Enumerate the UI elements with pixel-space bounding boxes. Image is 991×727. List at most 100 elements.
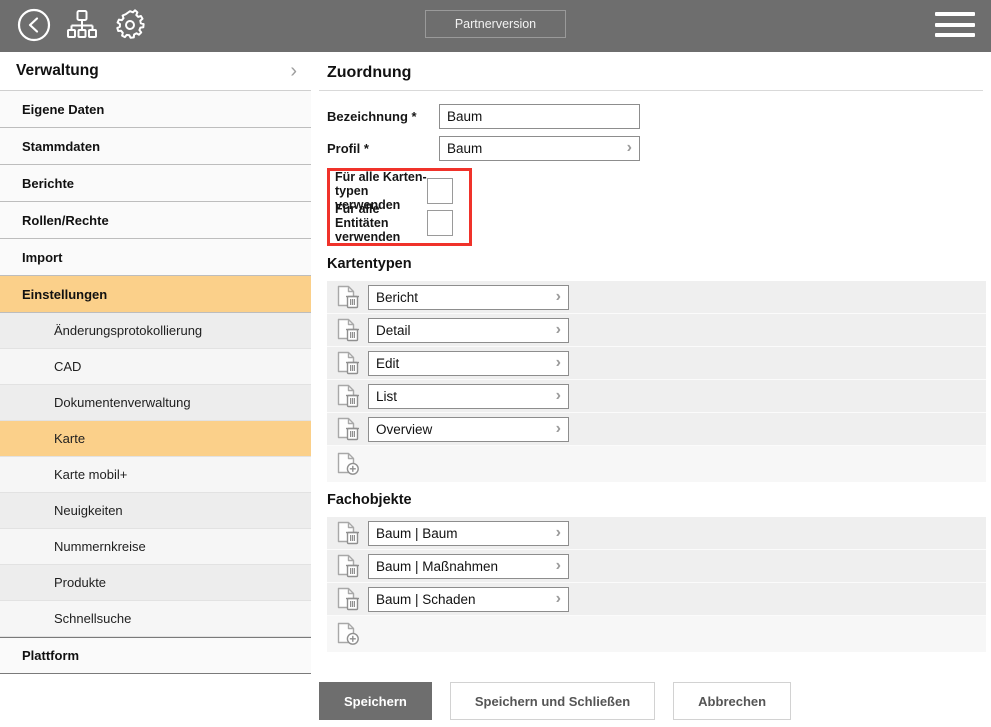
kartentyp-value: Detail [376,323,411,338]
sidebar-item-nummernkreise[interactable]: Nummernkreise [0,529,311,565]
sidebar-item-label: Nummernkreise [54,539,146,554]
sidebar-item-dokumentenverwaltung[interactable]: Dokumentenverwaltung [0,385,311,421]
label-line-1: Für alle Entitäten [335,202,388,230]
chevron-right-icon: › [556,322,561,338]
kartentyp-select[interactable]: Overview › [368,417,569,442]
profil-label: Profil * [327,141,439,156]
kartentypen-add-row [327,446,986,482]
hamburger-bar-3 [935,33,975,37]
sidebar-item-stammdaten[interactable]: Stammdaten [0,128,311,165]
save-and-close-button[interactable]: Speichern und Schließen [450,682,655,720]
fachobjekt-value: Baum | Baum [376,526,458,541]
table-row: Detail › [327,314,986,347]
sidebar-item-eigene-daten[interactable]: Eigene Daten [0,91,311,128]
table-row: Baum | Schaden › [327,583,986,616]
sidebar-item-einstellungen[interactable]: Einstellungen [0,276,311,313]
sidebar-item-schnellsuche[interactable]: Schnellsuche [0,601,311,637]
top-bar-icon-group [0,8,147,42]
sidebar-item-label: Plattform [22,648,79,663]
sidebar-item-label: Rollen/Rechte [22,213,109,228]
checkbox-row-alle-entitaeten: Für alle Entitäten verwenden [335,207,469,239]
fachobjekt-select[interactable]: Baum | Maßnahmen › [368,554,569,579]
sidebar-header[interactable]: Verwaltung › [0,52,311,91]
kartentyp-select[interactable]: Edit › [368,351,569,376]
top-bar: Partnerversion [0,0,991,49]
fachobjekte-add-row [327,616,986,652]
sidebar-item-karte[interactable]: Karte [0,421,311,457]
cancel-button[interactable]: Abbrechen [673,682,791,720]
chevron-right-icon: › [556,388,561,404]
document-add-icon[interactable] [327,621,368,647]
document-delete-icon[interactable] [327,416,368,442]
sidebar-item-karte-mobil-plus[interactable]: Karte mobil+ [0,457,311,493]
chevron-right-icon: › [556,591,561,607]
document-delete-icon[interactable] [327,520,368,546]
partnerversion-button[interactable]: Partnerversion [425,10,566,38]
kartentypen-section: Kartentypen Bericht › [319,256,991,482]
table-row: Edit › [327,347,986,380]
chevron-right-icon: › [556,421,561,437]
sidebar-item-label: Neuigkeiten [54,503,123,518]
sidebar-item-import[interactable]: Import [0,239,311,276]
sidebar-item-label: Schnellsuche [54,611,131,626]
page-title: Zuordnung [319,52,991,86]
main-content: Zuordnung Bezeichnung * Baum Profil * Ba… [311,49,991,727]
kartentyp-value: List [376,389,397,404]
hamburger-bar-1 [935,12,975,16]
sidebar-item-berichte[interactable]: Berichte [0,165,311,202]
document-delete-icon[interactable] [327,553,368,579]
document-delete-icon[interactable] [327,350,368,376]
table-row: Overview › [327,413,986,446]
page-shell: Verwaltung › Eigene Daten Stammdaten Ber… [0,49,991,727]
gear-icon[interactable] [113,8,147,42]
document-delete-icon[interactable] [327,317,368,343]
bezeichnung-input[interactable]: Baum [439,104,640,129]
alle-kartentypen-checkbox[interactable] [427,178,453,204]
save-button[interactable]: Speichern [319,682,432,720]
document-delete-icon[interactable] [327,586,368,612]
sidebar: Verwaltung › Eigene Daten Stammdaten Ber… [0,49,311,727]
chevron-right-icon: › [290,61,297,81]
sidebar-item-label: CAD [54,359,81,374]
table-row: List › [327,380,986,413]
kartentyp-select[interactable]: List › [368,384,569,409]
fachobjekt-value: Baum | Maßnahmen [376,559,498,574]
form-row-bezeichnung: Bezeichnung * Baum [327,100,991,132]
kartentyp-value: Overview [376,422,432,437]
kartentyp-select[interactable]: Bericht › [368,285,569,310]
action-button-bar: Speichern Speichern und Schließen Abbrec… [319,682,791,720]
table-row: Bericht › [327,281,986,314]
profil-value: Baum [447,141,482,156]
fachobjekt-select[interactable]: Baum | Baum › [368,521,569,546]
sidebar-item-label: Import [22,250,62,265]
sidebar-item-label: Karte [54,431,85,446]
form-section: Bezeichnung * Baum Profil * Baum › Für a… [319,91,991,246]
sidebar-item-label: Produkte [54,575,106,590]
chevron-right-icon: › [627,140,632,156]
kartentyp-value: Edit [376,356,399,371]
sidebar-item-neuigkeiten[interactable]: Neuigkeiten [0,493,311,529]
fachobjekt-select[interactable]: Baum | Schaden › [368,587,569,612]
sidebar-item-label: Dokumentenverwaltung [54,395,191,410]
org-chart-icon[interactable] [67,9,97,41]
bezeichnung-label: Bezeichnung * [327,109,439,124]
document-delete-icon[interactable] [327,383,368,409]
back-circle-icon[interactable] [17,8,51,42]
sidebar-item-produkte[interactable]: Produkte [0,565,311,601]
hamburger-menu-icon[interactable] [935,12,975,37]
kartentypen-title: Kartentypen [327,256,991,281]
hamburger-bar-2 [935,23,975,27]
kartentyp-select[interactable]: Detail › [368,318,569,343]
sidebar-item-cad[interactable]: CAD [0,349,311,385]
table-row: Baum | Maßnahmen › [327,550,986,583]
label-line-2: verwenden [335,230,400,244]
sidebar-item-plattform[interactable]: Plattform [0,637,311,674]
alle-entitaeten-checkbox[interactable] [427,210,453,236]
kartentyp-value: Bericht [376,290,418,305]
fachobjekte-title: Fachobjekte [327,492,991,517]
sidebar-item-aenderungsprotokollierung[interactable]: Änderungsprotokollierung [0,313,311,349]
document-add-icon[interactable] [327,451,368,477]
document-delete-icon[interactable] [327,284,368,310]
sidebar-item-rollen-rechte[interactable]: Rollen/Rechte [0,202,311,239]
profil-select[interactable]: Baum › [439,136,640,161]
